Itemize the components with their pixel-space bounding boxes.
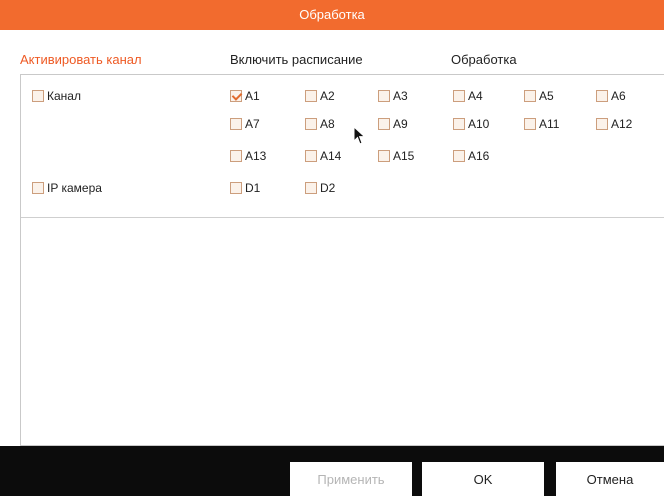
channel-checkbox-a15[interactable] — [378, 150, 390, 162]
channel-checkbox-a10[interactable] — [453, 118, 465, 130]
channel-item-a8[interactable]: A8 — [305, 117, 335, 131]
ip-camera-group-text: IP камера — [47, 181, 102, 195]
channel-label-a16: A16 — [468, 149, 490, 163]
channel-checkbox-a9[interactable] — [378, 118, 390, 130]
channel-group-text: Канал — [47, 89, 81, 103]
channel-label-a9: A9 — [393, 117, 408, 131]
channel-checkbox-a16[interactable] — [453, 150, 465, 162]
channel-label-a5: A5 — [539, 89, 554, 103]
channel-item-a4[interactable]: A4 — [453, 89, 483, 103]
tab-activate-channel[interactable]: Активировать канал — [20, 52, 142, 67]
window-title: Обработка — [299, 7, 365, 22]
ip-camera-label-d2: D2 — [320, 181, 336, 195]
apply-button[interactable]: Применить — [290, 462, 412, 496]
channel-label-a4: A4 — [468, 89, 483, 103]
channel-label-a10: A10 — [468, 117, 490, 131]
ip-camera-item-d1[interactable]: D1 — [230, 181, 260, 195]
channel-label-a2: A2 — [320, 89, 335, 103]
channel-item-a10[interactable]: A10 — [453, 117, 489, 131]
channel-item-a3[interactable]: A3 — [378, 89, 408, 103]
channel-checkbox-a2[interactable] — [305, 90, 317, 102]
channel-item-a14[interactable]: A14 — [305, 149, 341, 163]
ip-camera-checkbox-d1[interactable] — [230, 182, 242, 194]
cancel-button[interactable]: Отмена — [556, 462, 664, 496]
channel-item-a5[interactable]: A5 — [524, 89, 554, 103]
channel-panel: Канал A1 A2 A3 A4 A5 A6 A7 A8 A9 A10 A11… — [20, 74, 664, 446]
channel-checkbox-a8[interactable] — [305, 118, 317, 130]
channel-item-a12[interactable]: A12 — [596, 117, 632, 131]
ip-camera-label-d1: D1 — [245, 181, 261, 195]
channel-group: Канал A1 A2 A3 A4 A5 A6 A7 A8 A9 A10 A11… — [21, 75, 664, 218]
title-bar: Обработка — [0, 0, 664, 30]
channel-checkbox-a12[interactable] — [596, 118, 608, 130]
channel-item-a9[interactable]: A9 — [378, 117, 408, 131]
channel-item-a6[interactable]: A6 — [596, 89, 626, 103]
channel-label-a6: A6 — [611, 89, 626, 103]
ip-camera-group-checkbox[interactable] — [32, 182, 44, 194]
channel-checkbox-a1[interactable] — [230, 90, 242, 102]
channel-checkbox-a14[interactable] — [305, 150, 317, 162]
channel-item-a11[interactable]: A11 — [524, 117, 559, 131]
channel-label-a7: A7 — [245, 117, 260, 131]
footer-bar: Применить OK Отмена — [0, 446, 664, 496]
channel-group-label[interactable]: Канал — [32, 89, 81, 103]
ip-camera-checkbox-d2[interactable] — [305, 182, 317, 194]
channel-item-a15[interactable]: A15 — [378, 149, 414, 163]
channel-checkbox-a5[interactable] — [524, 90, 536, 102]
tab-bar: Активировать канал Включить расписание О… — [0, 30, 664, 74]
channel-label-a8: A8 — [320, 117, 335, 131]
channel-checkbox-a13[interactable] — [230, 150, 242, 162]
channel-item-a7[interactable]: A7 — [230, 117, 260, 131]
channel-checkbox-a11[interactable] — [524, 118, 536, 130]
ip-camera-item-d2[interactable]: D2 — [305, 181, 335, 195]
tab-processing[interactable]: Обработка — [451, 52, 517, 67]
channel-label-a13: A13 — [245, 149, 267, 163]
channel-label-a14: A14 — [320, 149, 342, 163]
channel-item-a1[interactable]: A1 — [230, 89, 260, 103]
channel-checkbox-a6[interactable] — [596, 90, 608, 102]
ok-button[interactable]: OK — [422, 462, 544, 496]
channel-checkbox-a4[interactable] — [453, 90, 465, 102]
channel-label-a3: A3 — [393, 89, 408, 103]
channel-label-a1: A1 — [245, 89, 260, 103]
channel-label-a15: A15 — [393, 149, 415, 163]
mouse-cursor-icon — [353, 126, 366, 145]
channel-checkbox-a3[interactable] — [378, 90, 390, 102]
channel-group-checkbox[interactable] — [32, 90, 44, 102]
channel-label-a11: A11 — [539, 117, 560, 131]
tab-enable-schedule[interactable]: Включить расписание — [230, 52, 363, 67]
channel-item-a16[interactable]: A16 — [453, 149, 489, 163]
channel-item-a13[interactable]: A13 — [230, 149, 266, 163]
channel-checkbox-a7[interactable] — [230, 118, 242, 130]
channel-item-a2[interactable]: A2 — [305, 89, 335, 103]
ip-camera-group-label[interactable]: IP камера — [32, 181, 102, 195]
channel-label-a12: A12 — [611, 117, 633, 131]
